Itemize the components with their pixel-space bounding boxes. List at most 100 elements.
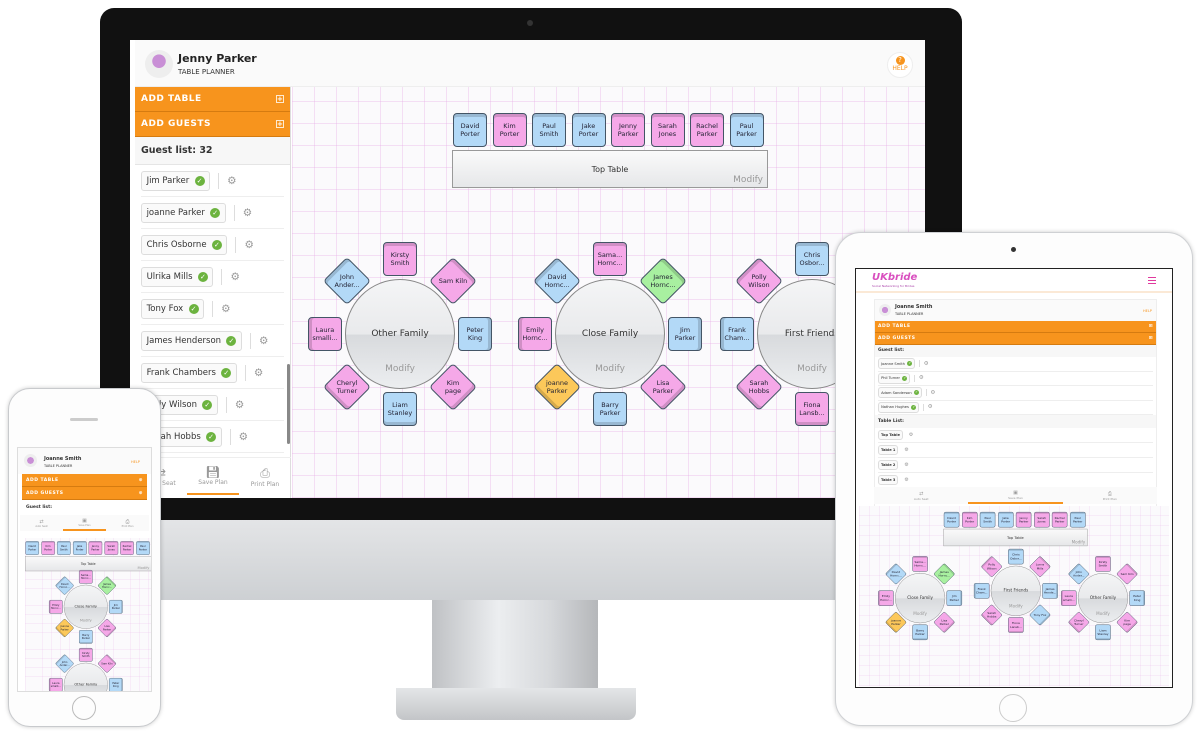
round-table-close-family[interactable]: Close Family Modify (895, 573, 946, 624)
seat[interactable]: Kim Porter (961, 511, 978, 528)
seating-canvas[interactable]: David Porter Kim Porter Paul Smith Jake Por… (859, 506, 1170, 687)
seat[interactable]: Jim Parker (668, 317, 702, 351)
modify-link[interactable]: Modify (1072, 540, 1086, 545)
gear-icon[interactable]: ⚙ (221, 303, 230, 315)
seat[interactable]: Jim Parker (109, 600, 123, 614)
gear-icon[interactable]: ⚙ (924, 361, 929, 367)
seat[interactable]: Sarah Jones (650, 113, 685, 147)
seat[interactable]: David Porter (25, 541, 39, 555)
save-plan-button[interactable]: ▣ Save Plan (63, 515, 106, 531)
help-button[interactable]: HELP (131, 460, 140, 464)
gear-icon[interactable]: ⚙ (909, 432, 913, 438)
seat[interactable]: Frank Cham... (720, 317, 754, 351)
save-plan-button[interactable]: ▣ Save Plan (968, 487, 1063, 504)
seat[interactable]: Chris Osbor... (1008, 548, 1024, 565)
seat[interactable]: Laura smalli... (1061, 590, 1077, 606)
modify-link[interactable]: Modify (64, 619, 107, 623)
gear-icon[interactable]: ⚙ (904, 477, 908, 483)
seat[interactable]: Jim Parker (946, 590, 963, 606)
guest-chip[interactable]: Jim Parker ✓ (141, 170, 211, 191)
seat[interactable]: Jenny Parker (611, 113, 645, 147)
guest-chip[interactable]: Ulrika Mills ✓ (141, 266, 214, 287)
seat[interactable]: Liam Stanley (1095, 624, 1111, 641)
seat[interactable]: Liam Stanley (383, 392, 417, 426)
guest-chip[interactable]: Adam Sanderson ✓ (878, 387, 923, 399)
seating-canvas[interactable]: David Porter Kim Porter Paul Smith Jake Por… (292, 87, 925, 498)
table-chip[interactable]: Table 3 (878, 475, 899, 485)
seat[interactable]: Sarah Jones (1033, 511, 1050, 528)
seat[interactable]: Fiona Lansb... (795, 392, 829, 426)
seat[interactable]: Fiona Lansb... (1008, 617, 1024, 633)
auto-seat-button[interactable]: ⇄ Auto Seat (874, 487, 968, 504)
seat[interactable]: Paul Smith (979, 511, 996, 528)
print-plan-button[interactable]: ⎙ Print Plan (106, 515, 149, 531)
modify-link[interactable]: Modify (733, 175, 763, 185)
print-plan-button[interactable]: ⎙ Print Plan (1063, 487, 1157, 504)
add-table-button[interactable]: ADD TABLE ⊕ (22, 474, 147, 487)
modify-link[interactable]: Modify (895, 612, 944, 617)
add-table-button[interactable]: ADD TABLE ⊞ (875, 321, 1156, 333)
round-table-close-family[interactable]: Close Family Modify (555, 279, 665, 389)
seat[interactable]: Barry Parker (593, 392, 627, 426)
table-chip[interactable]: Table 1 (878, 445, 899, 455)
modify-link[interactable]: Modify (1078, 612, 1127, 617)
gear-icon[interactable]: ⚙ (244, 239, 253, 251)
gear-icon[interactable]: ⚙ (904, 447, 908, 453)
gear-icon[interactable]: ⚙ (930, 390, 935, 396)
gear-icon[interactable]: ⚙ (919, 375, 924, 381)
help-button[interactable]: HELP (1143, 309, 1152, 313)
seat[interactable]: Emily Hornc... (878, 590, 894, 606)
seat[interactable]: Chris Osbor... (795, 242, 829, 276)
gear-icon[interactable]: ⚙ (904, 462, 908, 468)
add-guests-button[interactable]: ADD GUESTS ⊞ (875, 333, 1156, 345)
gear-icon[interactable]: ⚙ (259, 335, 268, 347)
seat[interactable]: Laura smalli... (308, 317, 342, 351)
seat[interactable]: Emily Hornc... (518, 317, 552, 351)
modify-link[interactable]: Modify (556, 364, 664, 374)
seat[interactable]: Jenny Parker (88, 541, 103, 555)
round-table-close-family[interactable]: Close Family Modify (63, 584, 108, 629)
gear-icon[interactable]: ⚙ (243, 207, 252, 219)
seat[interactable]: David Porter (943, 511, 960, 528)
guest-chip[interactable]: Phil Turner ✓ (878, 372, 911, 384)
seat[interactable]: Jake Porter (571, 113, 606, 147)
modify-link[interactable]: Modify (991, 604, 1040, 609)
seat[interactable]: Paul Parker (136, 541, 150, 555)
modify-link[interactable]: Modify (137, 566, 149, 570)
seat[interactable]: James Hende... (1042, 583, 1058, 599)
seat[interactable]: David Porter (453, 113, 487, 147)
guest-chip[interactable]: Joanne Smith ✓ (878, 358, 916, 370)
gear-icon[interactable]: ⚙ (235, 399, 244, 411)
seat[interactable]: Kirsty Smith (79, 648, 93, 662)
seat[interactable]: Peter King (1129, 590, 1145, 606)
add-guests-button[interactable]: ADD GUESTS ⊕ (22, 487, 147, 500)
guest-chip[interactable]: joanne Parker ✓ (141, 202, 226, 223)
table-chip[interactable]: Top Table (878, 430, 903, 440)
seat[interactable]: Sama... Hornc... (79, 570, 93, 584)
guest-chip[interactable]: James Henderson ✓ (141, 330, 242, 351)
gear-icon[interactable]: ⚙ (928, 404, 933, 410)
help-button[interactable]: ? HELP (887, 52, 913, 78)
guest-chip[interactable]: Nathan Hughes ✓ (878, 401, 920, 413)
seat[interactable]: Paul Smith (532, 113, 566, 147)
guest-chip[interactable]: Frank Chambers ✓ (141, 362, 237, 383)
seat[interactable]: Sarah Jones (104, 541, 118, 555)
seating-canvas[interactable]: David Porter Kim Porter Paul Smith Jake Por… (25, 538, 151, 691)
seat[interactable]: Sama... Hornc... (593, 242, 627, 276)
guest-chip[interactable]: Chris Osborne ✓ (141, 234, 228, 255)
seat[interactable]: Jake Porter (997, 511, 1014, 528)
seat[interactable]: Sama... Hornc... (912, 556, 928, 572)
save-plan-button[interactable]: 💾︎ Save Plan (187, 458, 239, 495)
seat[interactable]: Rachel Parker (690, 113, 724, 147)
round-table-other-family[interactable]: Other Family Modify (345, 279, 455, 389)
seat[interactable]: Frank Cham... (973, 583, 990, 599)
modify-link[interactable]: Modify (346, 364, 454, 374)
seat[interactable]: Kirsty Smith (1095, 556, 1111, 572)
seat[interactable]: Peter King (458, 317, 492, 351)
gear-icon[interactable]: ⚙ (239, 431, 248, 443)
seat[interactable]: Kim Porter (492, 113, 527, 147)
seat[interactable]: Rachel Parker (120, 541, 134, 555)
seat[interactable]: Paul Parker (1069, 511, 1086, 528)
gear-icon[interactable]: ⚙ (230, 271, 239, 283)
seat[interactable]: Rachel Parker (1051, 511, 1068, 528)
